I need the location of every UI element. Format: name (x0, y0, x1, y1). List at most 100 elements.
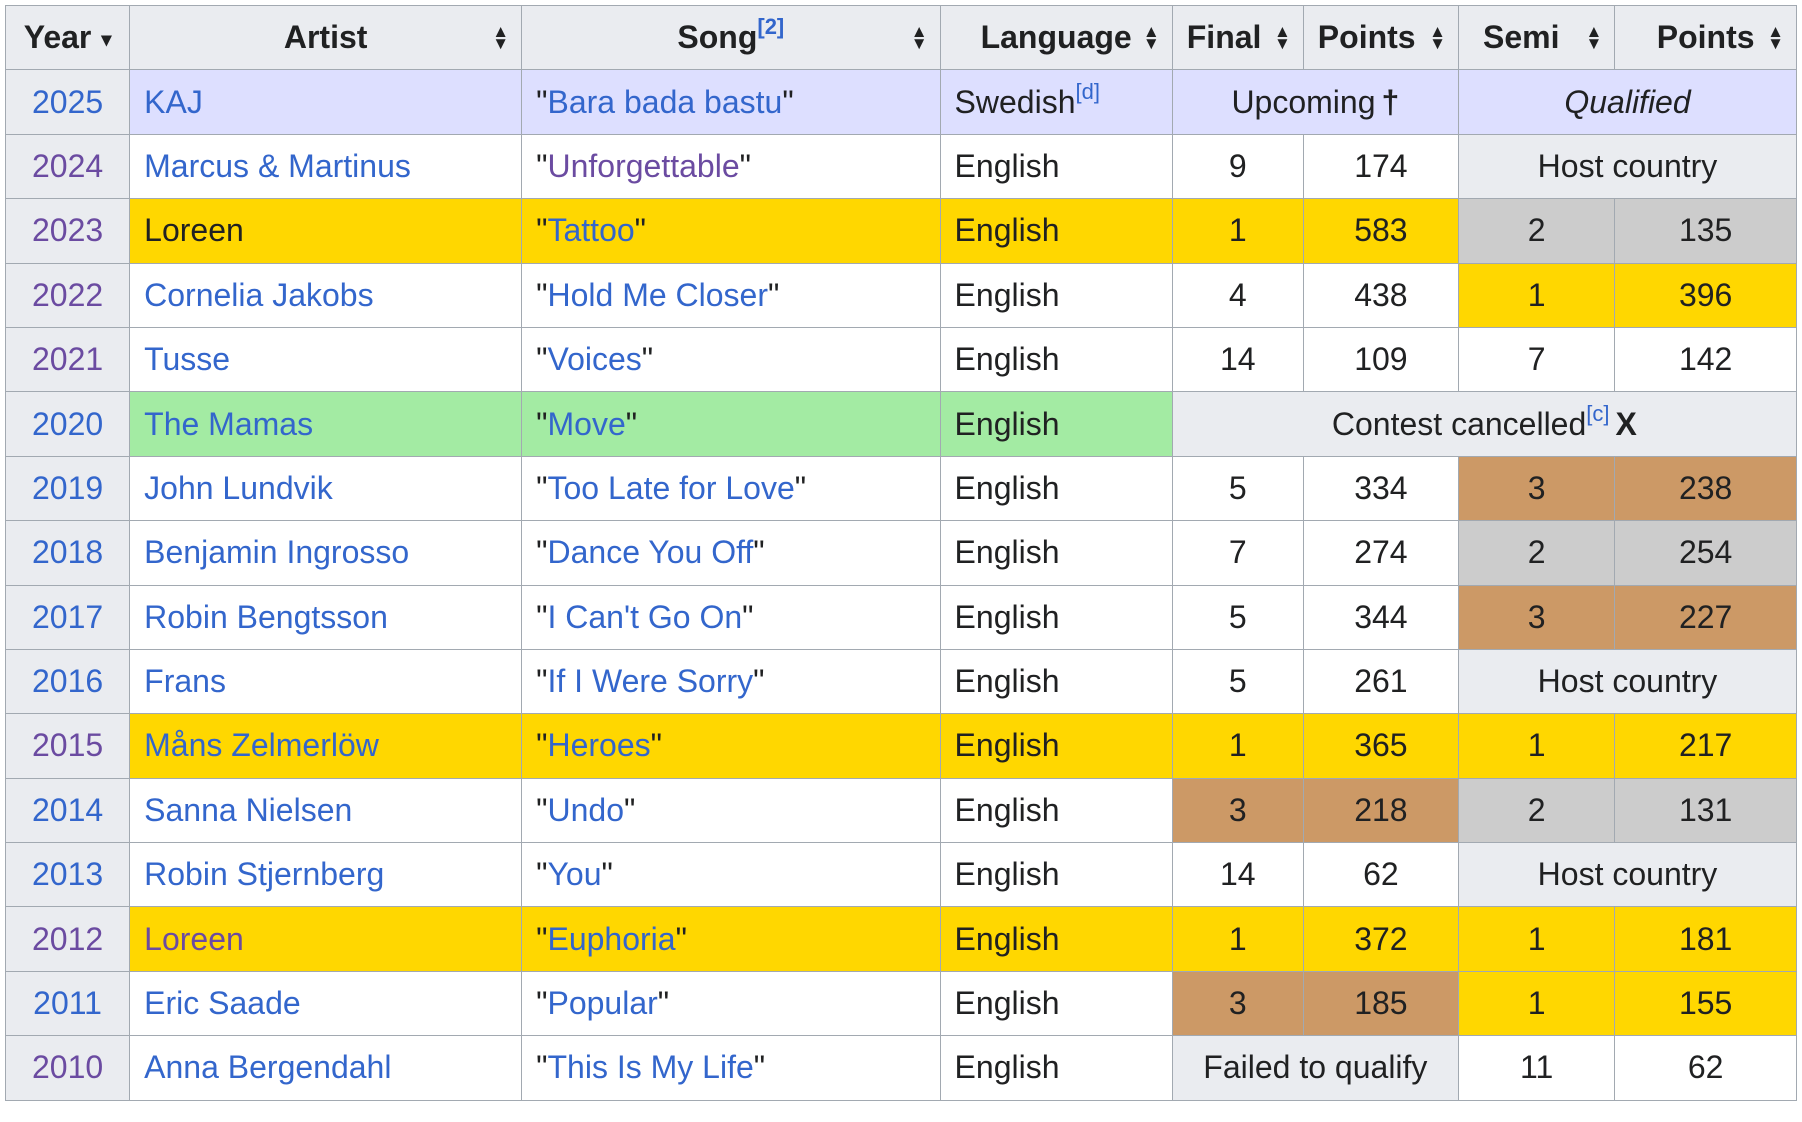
artist-link[interactable]: The Mamas (144, 406, 313, 442)
year-cell[interactable]: 2017 (4, 584, 131, 650)
song-link[interactable]: Euphoria (547, 921, 675, 957)
artist-link[interactable]: Anna Bergendahl (144, 1049, 391, 1085)
sort-icon[interactable]: ▲ ▼ (1143, 23, 1160, 52)
year-link[interactable]: 2021 (32, 341, 103, 377)
year-cell[interactable]: 2014 (4, 777, 131, 844)
year-link[interactable]: 2022 (32, 277, 103, 313)
artist-link[interactable]: Robin Stjernberg (144, 856, 384, 892)
year-link[interactable]: 2010 (32, 1049, 103, 1085)
year-link[interactable]: 2013 (32, 856, 103, 892)
song-quote-open: " (536, 1049, 548, 1086)
song-header-reference[interactable]: [2] (757, 14, 784, 39)
year-cell[interactable]: 2010 (4, 1035, 131, 1101)
artist-link[interactable]: Frans (144, 663, 226, 699)
song-link[interactable]: Undo (547, 792, 624, 828)
year-cell[interactable]: 2020 (4, 391, 131, 457)
song-cell: "This Is My Life" (521, 1035, 941, 1101)
year-link[interactable]: 2018 (32, 534, 103, 570)
year-cell[interactable]: 2015 (4, 713, 131, 779)
song-link[interactable]: You (547, 856, 601, 892)
artist-link[interactable]: KAJ (144, 84, 203, 120)
cancel-reference-link[interactable]: [c] (1586, 401, 1609, 426)
year-link[interactable]: 2011 (33, 985, 102, 1021)
cancel-reference[interactable]: [c] (1586, 401, 1609, 426)
year-link[interactable]: 2020 (32, 406, 103, 442)
artist-link[interactable]: Cornelia Jakobs (144, 277, 373, 313)
song-link[interactable]: I Can't Go On (547, 599, 742, 635)
year-cell[interactable]: 2022 (4, 262, 131, 328)
language-cell: English (939, 648, 1173, 715)
language-reference[interactable]: [d] (1076, 79, 1100, 104)
final-points-header-label: Points (1317, 19, 1416, 56)
final-points-column-header[interactable]: Points ▲ ▼ (1302, 4, 1459, 71)
song-link[interactable]: Unforgettable (547, 148, 739, 184)
song-link[interactable]: This Is My Life (547, 1049, 753, 1085)
year-cell[interactable]: 2019 (4, 455, 131, 522)
song-link[interactable]: Move (547, 406, 625, 442)
language-column-header[interactable]: Language ▲ ▼ (939, 4, 1173, 71)
year-link[interactable]: 2015 (32, 727, 103, 763)
song-reference-link[interactable]: [2] (757, 14, 784, 39)
sort-icon[interactable]: ▲ ▼ (492, 23, 509, 52)
artist-link[interactable]: Eric Saade (144, 985, 301, 1021)
final-points-cell: 438 (1302, 262, 1459, 328)
song-link[interactable]: Too Late for Love (547, 470, 794, 506)
year-link[interactable]: 2019 (32, 470, 103, 506)
language-cell: English (939, 970, 1173, 1037)
sort-icon[interactable]: ▲ ▼ (1429, 23, 1446, 52)
song-quote-open: " (536, 856, 548, 893)
final-points-cell: 274 (1302, 520, 1459, 586)
language-reference-link[interactable]: [d] (1076, 79, 1100, 104)
year-link[interactable]: 2025 (32, 84, 103, 120)
sort-descending-icon[interactable]: ▾ (101, 30, 111, 50)
artist-link[interactable]: Måns Zelmerlöw (144, 727, 379, 763)
year-cell[interactable]: 2018 (4, 520, 131, 586)
year-cell[interactable]: 2013 (4, 842, 131, 908)
artist-link[interactable]: John Lundvik (144, 470, 333, 506)
sort-icon[interactable]: ▲ ▼ (1767, 23, 1784, 52)
year-cell[interactable]: 2012 (4, 906, 131, 972)
artist-link[interactable]: Benjamin Ingrosso (144, 534, 409, 570)
year-cell[interactable]: 2016 (4, 648, 131, 715)
year-link[interactable]: 2017 (32, 599, 103, 635)
final-column-header[interactable]: Final ▲ ▼ (1171, 4, 1304, 71)
song-link[interactable]: Voices (547, 341, 641, 377)
table-row: 2012 Loreen "Euphoria" English 1 372 1 1… (4, 906, 1797, 972)
year-cell[interactable]: 2023 (4, 198, 131, 264)
song-link[interactable]: Tattoo (547, 212, 634, 248)
sort-icon[interactable]: ▲ ▼ (1585, 23, 1602, 52)
song-link[interactable]: If I Were Sorry (547, 663, 753, 699)
artist-link[interactable]: Robin Bengtsson (144, 599, 388, 635)
year-cell[interactable]: 2024 (4, 133, 131, 200)
year-link[interactable]: 2023 (32, 212, 103, 248)
year-column-header[interactable]: Year ▾ (4, 4, 131, 71)
sort-icon[interactable]: ▲ ▼ (911, 23, 928, 52)
year-cell[interactable]: 2025 (4, 69, 131, 135)
artist-column-header[interactable]: Artist ▲ ▼ (129, 4, 523, 71)
year-cell[interactable]: 2021 (4, 326, 131, 393)
semi-status-text: Qualified (1564, 83, 1691, 120)
song-link[interactable]: Heroes (547, 727, 650, 763)
sort-down-icon: ▼ (1273, 33, 1291, 53)
song-link[interactable]: Popular (547, 985, 657, 1021)
artist-link[interactable]: Marcus & Martinus (144, 148, 411, 184)
sort-icon[interactable]: ▲ ▼ (1273, 23, 1291, 53)
song-link[interactable]: Hold Me Closer (547, 277, 768, 313)
song-column-header[interactable]: Song[2] ▲ ▼ (521, 4, 941, 71)
year-cell[interactable]: 2011 (4, 970, 131, 1037)
song-cell: "You" (521, 842, 941, 908)
song-link[interactable]: Dance You Off (547, 534, 753, 570)
artist-link[interactable]: Sanna Nielsen (144, 792, 352, 828)
semi-points-column-header[interactable]: Points ▲ ▼ (1614, 4, 1797, 71)
year-link[interactable]: 2024 (32, 148, 103, 184)
artist-link[interactable]: Loreen (144, 921, 244, 957)
year-link[interactable]: 2012 (32, 921, 103, 957)
song-link[interactable]: Bara bada bastu (547, 84, 782, 120)
semi-column-header[interactable]: Semi ▲ ▼ (1457, 4, 1616, 71)
table-row: 2013 Robin Stjernberg "You" English 14 6… (4, 842, 1798, 908)
year-link[interactable]: 2014 (32, 792, 103, 828)
year-link[interactable]: 2016 (32, 663, 103, 699)
artist-link[interactable]: Tusse (144, 341, 230, 377)
song-quote-close: " (794, 469, 807, 506)
song-cell: "Too Late for Love" (521, 455, 941, 522)
